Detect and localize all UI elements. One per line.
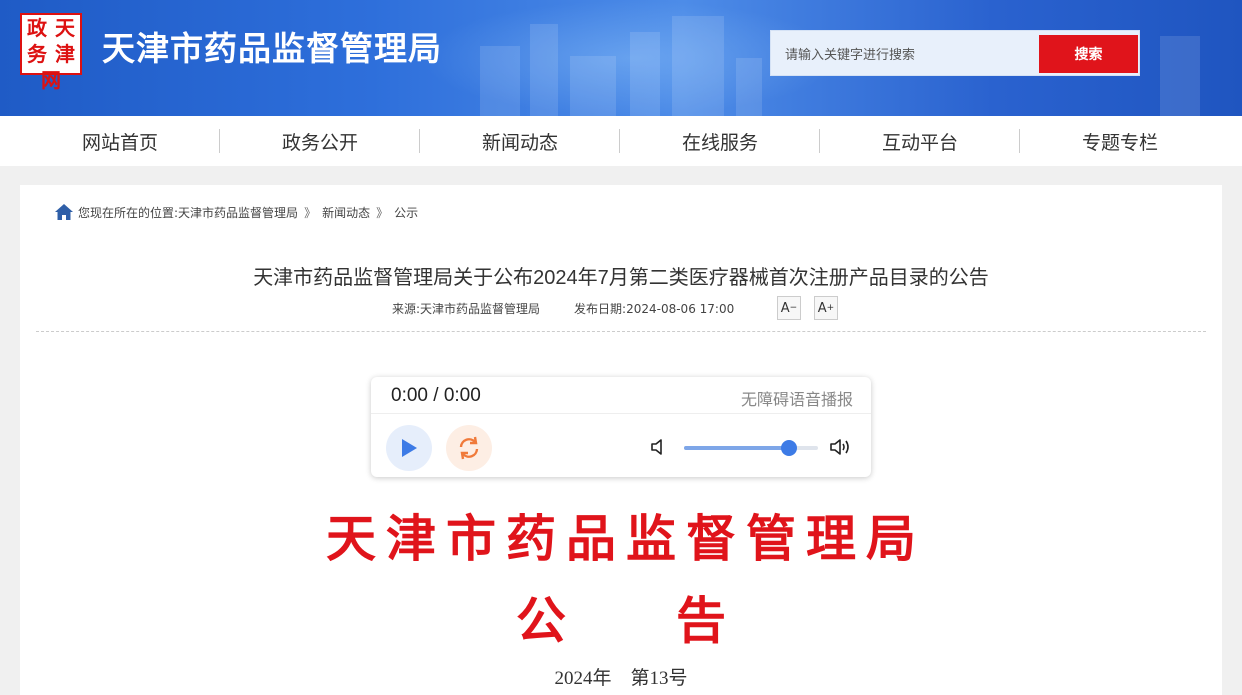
article-date: 发布日期:2024-08-06 17:00: [574, 302, 735, 316]
audio-player: 0:00 / 0:00 无障碍语音播报: [371, 377, 871, 477]
search-input[interactable]: [785, 43, 1025, 65]
breadcrumb-separator: 》: [376, 205, 389, 220]
minus-icon: −: [789, 303, 798, 313]
logo-char: 政: [27, 16, 47, 40]
document-number: 2024年 第13号: [554, 668, 688, 689]
volume-slider[interactable]: [684, 440, 818, 456]
font-decrease-label: A: [780, 300, 790, 316]
volume-fill: [684, 446, 789, 450]
article-container: 您现在所在的位置: 天津市药品监督管理局 》 新闻动态 》 公示 天津市药品监督…: [20, 185, 1222, 695]
player-time: 0:00 / 0:00: [391, 385, 481, 406]
font-increase-button[interactable]: A +: [814, 296, 838, 320]
banner-building: [480, 46, 520, 116]
logo-char: 务: [27, 42, 47, 66]
banner-building: [630, 32, 660, 116]
replay-icon: [459, 436, 479, 460]
search-button[interactable]: 搜索: [1039, 35, 1138, 73]
nav-item-news[interactable]: 新闻动态: [420, 116, 620, 166]
main-nav: 网站首页 政务公开 新闻动态 在线服务 互动平台 专题专栏: [0, 116, 1242, 166]
nav-item-topics[interactable]: 专题专栏: [1020, 116, 1220, 166]
logo-char: 津: [55, 42, 75, 66]
volume-low-icon[interactable]: [649, 437, 669, 457]
document-type: 公告: [516, 591, 836, 650]
player-label: 无障碍语音播报: [740, 390, 853, 409]
plus-icon: +: [826, 303, 835, 313]
breadcrumb-link-home[interactable]: 天津市药品监督管理局: [178, 204, 298, 221]
article-source: 来源:天津市药品监督管理局: [392, 302, 541, 316]
nav-item-home[interactable]: 网站首页: [20, 116, 220, 166]
breadcrumb-link-notice[interactable]: 公示: [394, 204, 418, 221]
volume-high-icon[interactable]: [829, 437, 853, 457]
nav-item-services[interactable]: 在线服务: [620, 116, 820, 166]
breadcrumb-link-news[interactable]: 新闻动态: [322, 204, 370, 221]
home-icon[interactable]: [54, 202, 74, 222]
play-button[interactable]: [386, 425, 432, 471]
nav-item-label: 互动平台: [881, 131, 958, 154]
header-divider: [36, 331, 1206, 332]
banner-building: [530, 24, 558, 116]
banner-building: [672, 16, 724, 116]
font-decrease-button[interactable]: A −: [777, 296, 801, 320]
font-increase-label: A: [817, 300, 827, 316]
breadcrumb-prefix: 您现在所在的位置:: [78, 205, 179, 220]
nav-item-label: 专题专栏: [1081, 131, 1158, 154]
nav-item-label: 新闻动态: [481, 131, 558, 154]
volume-knob[interactable]: [780, 440, 797, 456]
nav-item-label: 网站首页: [81, 131, 158, 154]
nav-item-label: 在线服务: [681, 131, 758, 154]
header-banner: 政 天 务 津 网 天津市药品监督管理局 搜索: [0, 0, 1242, 116]
logo-char: 天: [55, 16, 75, 40]
logo-char: 网: [41, 68, 61, 92]
article-title: 天津市药品监督管理局关于公布2024年7月第二类医疗器械首次注册产品目录的公告: [253, 267, 989, 289]
replay-button[interactable]: [446, 425, 492, 471]
play-icon: [402, 439, 417, 457]
site-logo[interactable]: 政 天 务 津 网: [20, 13, 82, 92]
player-divider: [371, 413, 871, 414]
nav-item-label: 政务公开: [281, 131, 358, 154]
article-meta: 来源:天津市药品监督管理局 发布日期:2024-08-06 17:00: [392, 300, 734, 317]
document-issuer: 天津市药品监督管理局: [326, 509, 926, 568]
banner-building: [570, 56, 616, 116]
breadcrumb: 您现在所在的位置: 天津市药品监督管理局 》 新闻动态 》 公示: [54, 202, 418, 222]
banner-building: [736, 58, 762, 116]
breadcrumb-separator: 》: [304, 205, 317, 220]
nav-item-government[interactable]: 政务公开: [220, 116, 420, 166]
site-title: 天津市药品监督管理局: [102, 29, 442, 68]
banner-building: [1160, 36, 1200, 116]
search-box: 搜索: [770, 30, 1140, 76]
nav-item-interaction[interactable]: 互动平台: [820, 116, 1020, 166]
